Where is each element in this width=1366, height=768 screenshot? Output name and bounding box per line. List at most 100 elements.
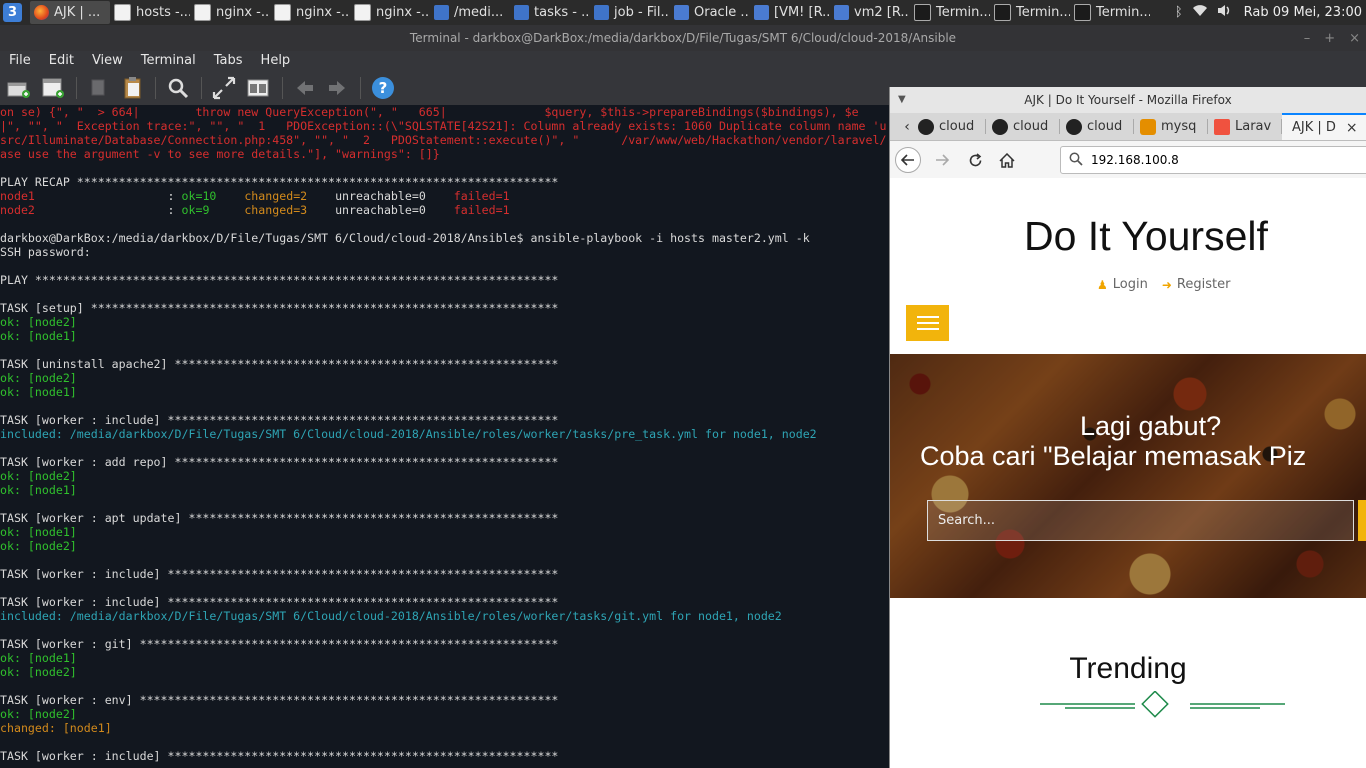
copy-button[interactable] xyxy=(86,75,112,101)
terminal-line: on se) {", " > 664| throw new QueryExcep… xyxy=(0,105,859,119)
minimize-icon[interactable]: – xyxy=(1304,31,1311,46)
menu-tabs[interactable]: Tabs xyxy=(205,51,252,71)
terminal-line: TASK [worker : include] ****************… xyxy=(0,567,559,581)
paste-button[interactable] xyxy=(120,75,146,101)
menu-file[interactable]: File xyxy=(0,51,40,71)
terminal-output[interactable]: on se) {", " > 664| throw new QueryExcep… xyxy=(0,105,890,768)
help-button[interactable]: ? xyxy=(370,75,396,101)
hamburger-menu-button[interactable] xyxy=(906,305,949,341)
volume-icon[interactable] xyxy=(1217,4,1231,21)
login-label: Login xyxy=(1112,277,1148,292)
register-label: Register xyxy=(1176,277,1231,292)
taskbar-item-label: /medi... xyxy=(454,5,504,20)
maximize-icon[interactable]: + xyxy=(1324,31,1335,46)
copy-icon xyxy=(91,79,105,96)
preferences-button[interactable] xyxy=(245,75,271,101)
taskbar-item[interactable]: AJK | ... xyxy=(30,1,110,24)
mysql-icon xyxy=(1140,118,1156,135)
taskbar-item-label: AJK | ... xyxy=(54,5,101,20)
taskbar-item-label: hosts -... xyxy=(136,5,190,20)
browser-tab-label: mysq xyxy=(1161,119,1197,134)
browser-tab-label: Larav xyxy=(1235,119,1272,134)
top-panel: 3 AJK | ... hosts -... nginx -... nginx -..… xyxy=(0,0,1366,25)
taskbar-item-label: nginx -... xyxy=(216,5,270,20)
preferences-icon xyxy=(247,79,269,97)
terminal-line: ok: [node1] xyxy=(0,483,77,497)
reload-button[interactable] xyxy=(962,147,988,173)
site-title[interactable]: Do It Yourself xyxy=(1024,213,1268,260)
taskbar-item[interactable]: job - Fil... xyxy=(590,1,670,24)
firefox-titlebar[interactable]: ▼ AJK | Do It Yourself - Mozilla Firefox xyxy=(890,87,1366,113)
new-window-button[interactable] xyxy=(40,75,66,101)
search-icon xyxy=(168,78,189,99)
taskbar-item[interactable]: [VM! [R... xyxy=(750,1,830,24)
find-button[interactable] xyxy=(165,75,191,101)
taskbar-item[interactable]: Termin... xyxy=(1070,1,1150,24)
recap-failed: failed=1 xyxy=(453,189,510,203)
search-icon xyxy=(1069,152,1083,169)
taskbar-item[interactable]: Termin... xyxy=(910,1,990,24)
terminal-window-controls: – + × xyxy=(1304,25,1360,51)
paste-icon xyxy=(124,77,141,99)
register-link[interactable]: ➜ Register xyxy=(1162,277,1231,292)
url-bar[interactable]: 192.168.100.8 xyxy=(1060,146,1366,174)
github-icon xyxy=(992,118,1008,135)
taskbar-item[interactable]: Termin... xyxy=(990,1,1070,24)
taskbar-item[interactable]: Oracle ... xyxy=(670,1,750,24)
browser-tab[interactable]: Larav xyxy=(1208,113,1282,140)
taskbar-item[interactable]: nginx -... xyxy=(350,1,430,24)
terminal-line: ok: [node1] xyxy=(0,329,77,343)
firefox-window: ▼ AJK | Do It Yourself - Mozilla Firefox… xyxy=(889,87,1366,768)
terminal-line: TASK [setup] ***************************… xyxy=(0,301,559,315)
terminal-titlebar[interactable]: Terminal - darkbox@DarkBox:/media/darkbo… xyxy=(0,25,1366,51)
window-menu-icon[interactable]: ▼ xyxy=(898,87,906,113)
back-button[interactable] xyxy=(895,147,921,173)
hero-search-input[interactable]: Search... xyxy=(927,500,1354,541)
browser-tab[interactable]: cloud xyxy=(1060,113,1134,140)
new-tab-button[interactable] xyxy=(6,75,32,101)
menu-view[interactable]: View xyxy=(83,51,132,71)
clock[interactable]: Rab 09 Mei, 23:00 xyxy=(1244,5,1362,20)
menu-help[interactable]: Help xyxy=(252,51,300,71)
close-icon[interactable]: × xyxy=(1349,31,1360,46)
browser-tab[interactable]: mysq xyxy=(1134,113,1208,140)
forward-button[interactable] xyxy=(929,147,955,173)
help-icon: ? xyxy=(372,77,394,99)
taskbar-item[interactable]: hosts -... xyxy=(110,1,190,24)
firefox-title: AJK | Do It Yourself - Mozilla Firefox xyxy=(1024,93,1232,107)
menu-terminal[interactable]: Terminal xyxy=(132,51,205,71)
wifi-icon[interactable] xyxy=(1192,4,1208,21)
system-tray: ᛒ Rab 09 Mei, 23:00 xyxy=(1175,0,1366,25)
menu-edit[interactable]: Edit xyxy=(40,51,83,71)
menu-launcher-button[interactable]: 3 xyxy=(3,3,22,22)
taskbar-item-label: Oracle ... xyxy=(694,5,750,20)
browser-tab[interactable]: cloud xyxy=(912,113,986,140)
next-tab-button[interactable] xyxy=(324,75,350,101)
taskbar-item[interactable]: vm2 [R... xyxy=(830,1,910,24)
taskbar-item[interactable]: tasks - ... xyxy=(510,1,590,24)
taskbar-item[interactable]: nginx -... xyxy=(270,1,350,24)
taskbar-item-label: job - Fil... xyxy=(614,5,670,20)
fullscreen-button[interactable] xyxy=(211,75,237,101)
folder-icon xyxy=(594,5,609,20)
terminal-line: ok: [node2] xyxy=(0,315,77,329)
fullscreen-icon xyxy=(212,76,236,100)
bluetooth-icon[interactable]: ᛒ xyxy=(1175,5,1183,20)
taskbar-item[interactable]: /medi... xyxy=(430,1,510,24)
login-link[interactable]: ♟ Login xyxy=(1097,277,1148,292)
terminal-line: TASK [worker : git] ********************… xyxy=(0,637,559,651)
taskbar-item[interactable]: nginx -... xyxy=(190,1,270,24)
hero-search-button[interactable] xyxy=(1358,500,1366,541)
terminal-icon xyxy=(994,4,1011,21)
recap-ok: ok=10 xyxy=(181,189,217,203)
close-tab-icon[interactable]: × xyxy=(1346,120,1358,136)
home-button[interactable] xyxy=(994,147,1020,173)
previous-tab-button[interactable] xyxy=(292,75,318,101)
browser-tab[interactable]: AJK | D × xyxy=(1282,113,1366,140)
home-icon xyxy=(999,152,1015,168)
browser-tab[interactable]: cloud xyxy=(986,113,1060,140)
